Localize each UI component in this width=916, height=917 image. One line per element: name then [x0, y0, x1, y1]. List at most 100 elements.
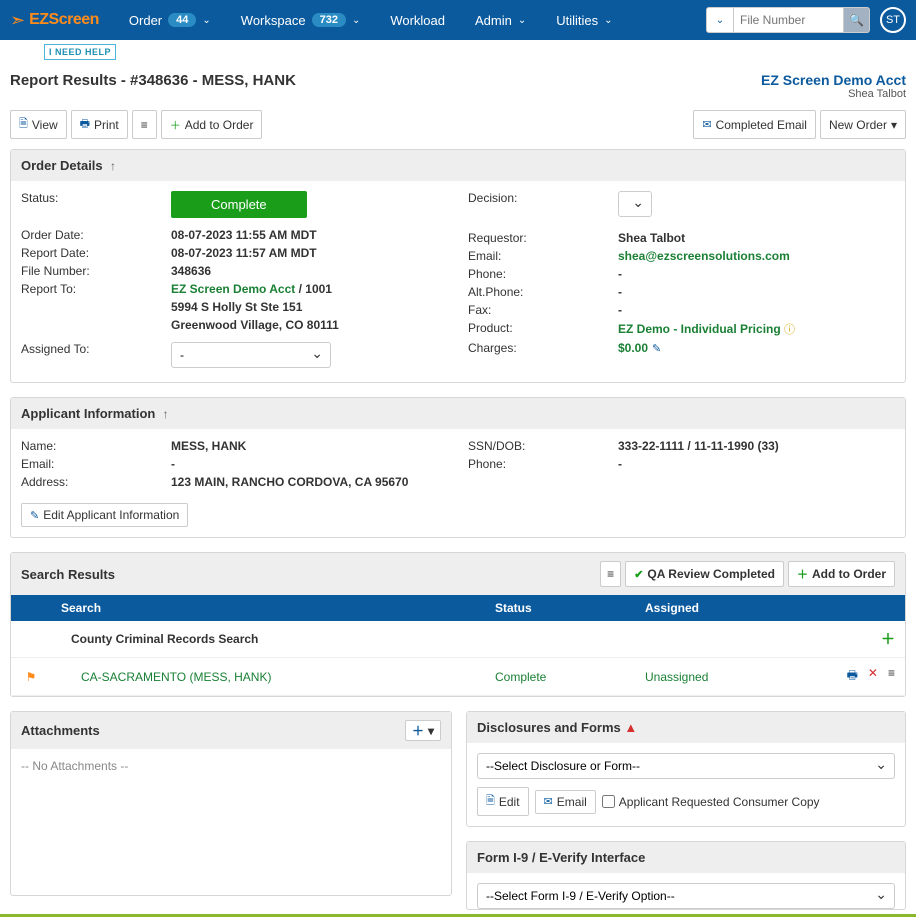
qa-review-button[interactable]: ✔QA Review Completed [625, 561, 784, 587]
altphone-label: Alt.Phone: [468, 285, 618, 299]
search-bar: ⌄ 🔍 [706, 7, 870, 33]
nav-workspace-label: Workspace [241, 13, 306, 28]
status-label: Status: [21, 191, 171, 218]
nav-workspace[interactable]: Workspace 732 ⌄ [241, 13, 361, 28]
sr-add-to-order-label: Add to Order [812, 567, 886, 581]
edit-applicant-label: Edit Applicant Information [43, 508, 179, 522]
view-label: View [32, 118, 58, 132]
altphone-value: - [618, 285, 622, 299]
email-value[interactable]: shea@ezscreensolutions.com [618, 249, 790, 263]
i9-title: Form I-9 / E-Verify Interface [477, 850, 645, 865]
logo[interactable]: ➣ EZScreen [10, 10, 99, 31]
chevron-down-icon: ⌄ [518, 15, 526, 26]
attachments-panel: Attachments ＋ ▾ -- No Attachments -- [10, 711, 452, 896]
chevron-down-icon: ⌄ [352, 15, 360, 26]
name-label: Name: [21, 439, 171, 453]
print-label: Print [94, 118, 119, 132]
disclosures-title: Disclosures and Forms [477, 720, 621, 735]
report-to-account[interactable]: EZ Screen Demo Acct [171, 282, 295, 296]
edit-applicant-button[interactable]: ✎Edit Applicant Information [21, 503, 188, 527]
search-item-name[interactable]: CA-SACRAMENTO (MESS, HANK) [51, 662, 485, 692]
nav-admin[interactable]: Admin ⌄ [475, 13, 526, 28]
add-to-order-button[interactable]: ＋Add to Order [161, 110, 263, 139]
product-value[interactable]: EZ Demo - Individual Pricing [618, 322, 781, 336]
flag-icon[interactable]: ⚑ [26, 670, 37, 684]
add-search-icon[interactable]: ＋ [881, 631, 895, 647]
decision-select[interactable] [618, 191, 652, 217]
avatar[interactable]: ST [880, 7, 906, 33]
applicant-header[interactable]: Applicant Information ↑ [11, 398, 905, 429]
col-assigned: Assigned [635, 595, 835, 621]
add-to-order-label: Add to Order [185, 118, 254, 132]
i9-select[interactable]: --Select Form I-9 / E-Verify Option-- [477, 883, 895, 909]
disclosure-select[interactable]: --Select Disclosure or Form-- [477, 753, 895, 779]
ssn-label: SSN/DOB: [468, 439, 618, 453]
completed-email-label: Completed Email [716, 118, 807, 132]
check-icon: ✔ [634, 568, 643, 581]
file-icon: 🗎 [486, 792, 495, 811]
requestor-label: Requestor: [468, 231, 618, 245]
sr-menu-button[interactable]: ≡ [600, 561, 621, 587]
charges-value: $0.00 [618, 341, 648, 355]
no-attachments-text: -- No Attachments -- [21, 759, 441, 773]
i9-header: Form I-9 / E-Verify Interface [467, 842, 905, 873]
nav-items: Order 44 ⌄ Workspace 732 ⌄ Workload Admi… [129, 13, 706, 28]
consumer-copy-input[interactable] [602, 795, 615, 808]
sr-add-to-order-button[interactable]: ＋Add to Order [788, 561, 895, 587]
add-attachment-button[interactable]: ＋ ▾ [405, 720, 441, 741]
print-icon[interactable]: 🖶 [847, 666, 858, 687]
print-button[interactable]: 🖶Print [71, 110, 128, 139]
disclosures-header: Disclosures and Forms ▲ [467, 712, 905, 743]
mail-icon: ✉ [702, 118, 711, 131]
status-badge: Complete [171, 191, 307, 218]
account-name[interactable]: EZ Screen Demo Acct [761, 72, 906, 88]
attachments-header: Attachments ＋ ▾ [11, 712, 451, 749]
nav-order[interactable]: Order 44 ⌄ [129, 13, 211, 28]
report-to-rest: / 1001 [295, 282, 332, 296]
nav-utilities[interactable]: Utilities ⌄ [556, 13, 612, 28]
chevron-down-icon: ⌄ [202, 15, 210, 26]
search-item-assigned: Unassigned [635, 662, 835, 692]
search-results-title: Search Results [21, 567, 115, 582]
menu-icon: ≡ [141, 118, 148, 132]
menu-button[interactable]: ≡ [132, 110, 157, 139]
search-item-row[interactable]: ⚑ CA-SACRAMENTO (MESS, HANK) Complete Un… [11, 658, 905, 696]
page-title: Report Results - #348636 - MESS, HANK [10, 72, 296, 89]
disclosure-edit-button[interactable]: 🗎Edit [477, 787, 529, 816]
fax-value: - [618, 303, 622, 317]
new-order-button[interactable]: New Order ▾ [820, 110, 906, 139]
order-date-value: 08-07-2023 11:55 AM MDT [171, 228, 317, 242]
address-label: Address: [21, 475, 171, 489]
nav-workload[interactable]: Workload [390, 13, 445, 28]
warning-icon: ▲ [624, 720, 637, 735]
assigned-to-label: Assigned To: [21, 342, 171, 368]
search-type-dropdown[interactable]: ⌄ [706, 7, 734, 33]
disclosure-email-button[interactable]: ✉Email [535, 790, 596, 814]
report-date-label: Report Date: [21, 246, 171, 260]
report-to-label: Report To: [21, 282, 171, 296]
order-details-header[interactable]: Order Details ↑ [11, 150, 905, 181]
applicant-panel: Applicant Information ↑ Name:MESS, HANK … [10, 397, 906, 538]
nav-workspace-badge: 732 [312, 13, 346, 27]
logo-text: EZScreen [29, 11, 99, 29]
view-button[interactable]: 🗎 View [10, 110, 67, 139]
search-icon: 🔍 [849, 13, 864, 27]
order-details-title: Order Details [21, 158, 103, 173]
menu-icon[interactable]: ≡ [888, 666, 895, 687]
info-icon[interactable]: ⓘ [784, 324, 795, 336]
pencil-icon[interactable]: ✎ [652, 343, 661, 355]
search-button[interactable]: 🔍 [844, 7, 870, 33]
disclosures-panel: Disclosures and Forms ▲ --Select Disclos… [466, 711, 906, 827]
help-button[interactable]: I NEED HELP [44, 44, 116, 60]
charges-label: Charges: [468, 341, 618, 355]
file-icon: 🗎 [19, 115, 28, 134]
fax-label: Fax: [468, 303, 618, 317]
assigned-to-select[interactable]: - [171, 342, 331, 368]
search-input[interactable] [734, 7, 844, 33]
delete-icon[interactable]: ✕ [868, 666, 878, 687]
phone-label: Phone: [468, 267, 618, 281]
consumer-copy-checkbox[interactable]: Applicant Requested Consumer Copy [602, 795, 820, 809]
completed-email-button[interactable]: ✉ Completed Email [693, 110, 816, 139]
app-phone-label: Phone: [468, 457, 618, 471]
search-results-columns: Search Status Assigned [11, 595, 905, 621]
